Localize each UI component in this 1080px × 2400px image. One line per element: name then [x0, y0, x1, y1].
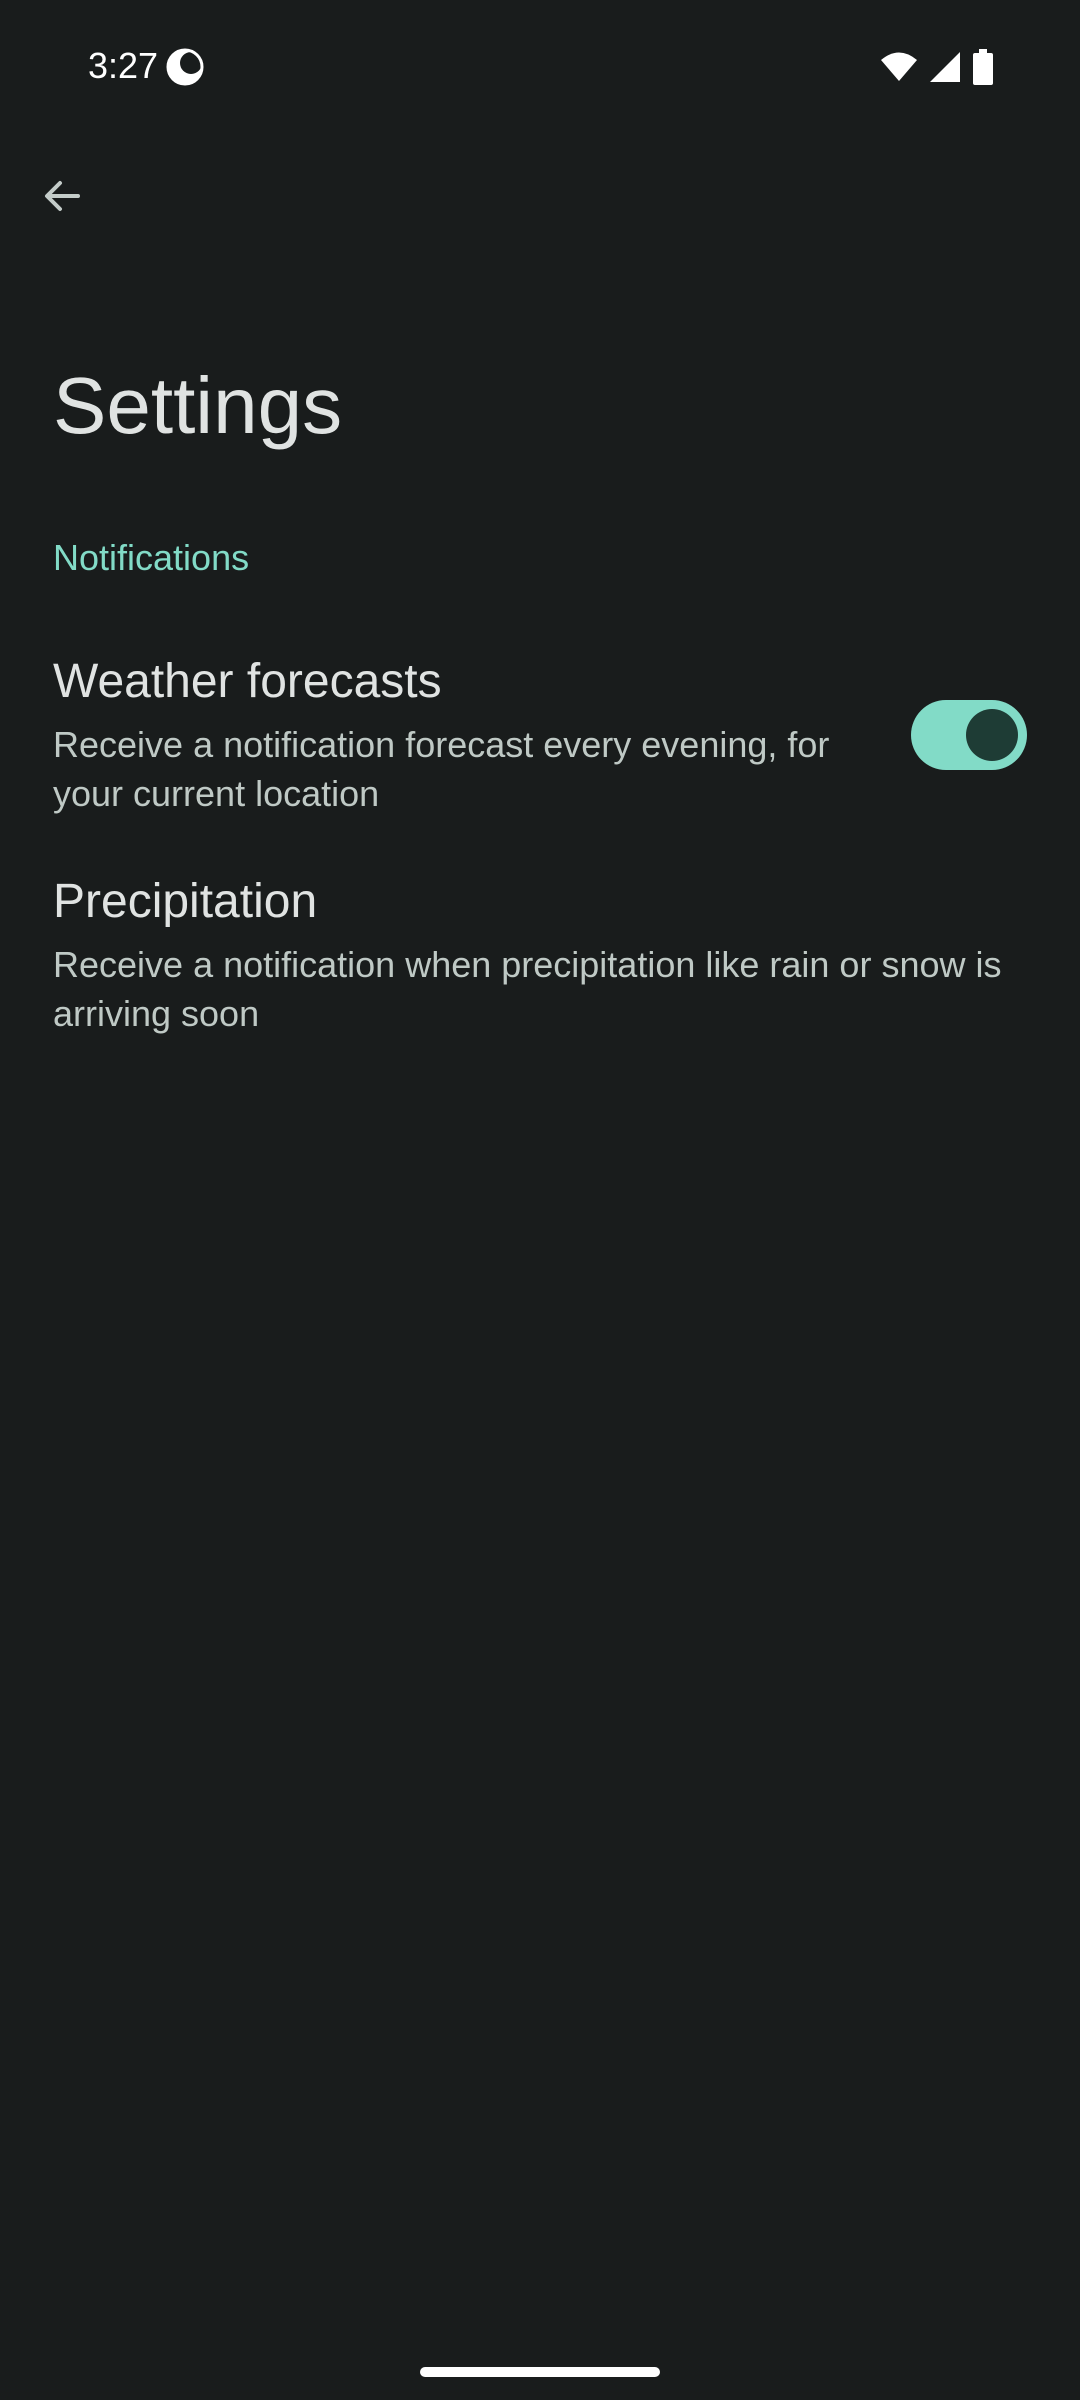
setting-precipitation[interactable]: Precipitation Receive a notification whe…	[0, 860, 1080, 1050]
back-button[interactable]	[22, 158, 102, 238]
do-not-disturb-icon	[166, 48, 204, 86]
setting-summary: Receive a notification forecast every ev…	[53, 724, 830, 814]
settings-screen: 3:27 Settings Notifications Weather fore…	[0, 0, 1080, 2400]
setting-title: Weather forecasts	[53, 655, 442, 708]
cell-signal-icon	[928, 50, 962, 84]
battery-icon	[972, 49, 994, 85]
setting-title: Precipitation	[53, 875, 318, 928]
setting-text: Precipitation Receive a notification whe…	[53, 872, 1043, 1038]
setting-weather-forecasts[interactable]: Weather forecasts Receive a notification…	[0, 640, 1080, 830]
weather-forecasts-toggle[interactable]	[911, 700, 1027, 770]
wifi-icon	[880, 51, 918, 83]
status-icons	[880, 48, 994, 86]
status-bar: 3:27	[0, 0, 1080, 132]
gesture-navigation-bar[interactable]	[420, 2367, 660, 2377]
setting-summary: Receive a notification when precipitatio…	[53, 944, 1002, 1034]
toggle-thumb	[966, 709, 1018, 761]
status-time: 3:27	[88, 45, 159, 86]
setting-text: Weather forecasts Receive a notification…	[53, 652, 893, 818]
section-header-notifications: Notifications	[53, 537, 250, 578]
arrow-back-icon	[42, 176, 82, 221]
page-title: Settings	[53, 361, 343, 450]
